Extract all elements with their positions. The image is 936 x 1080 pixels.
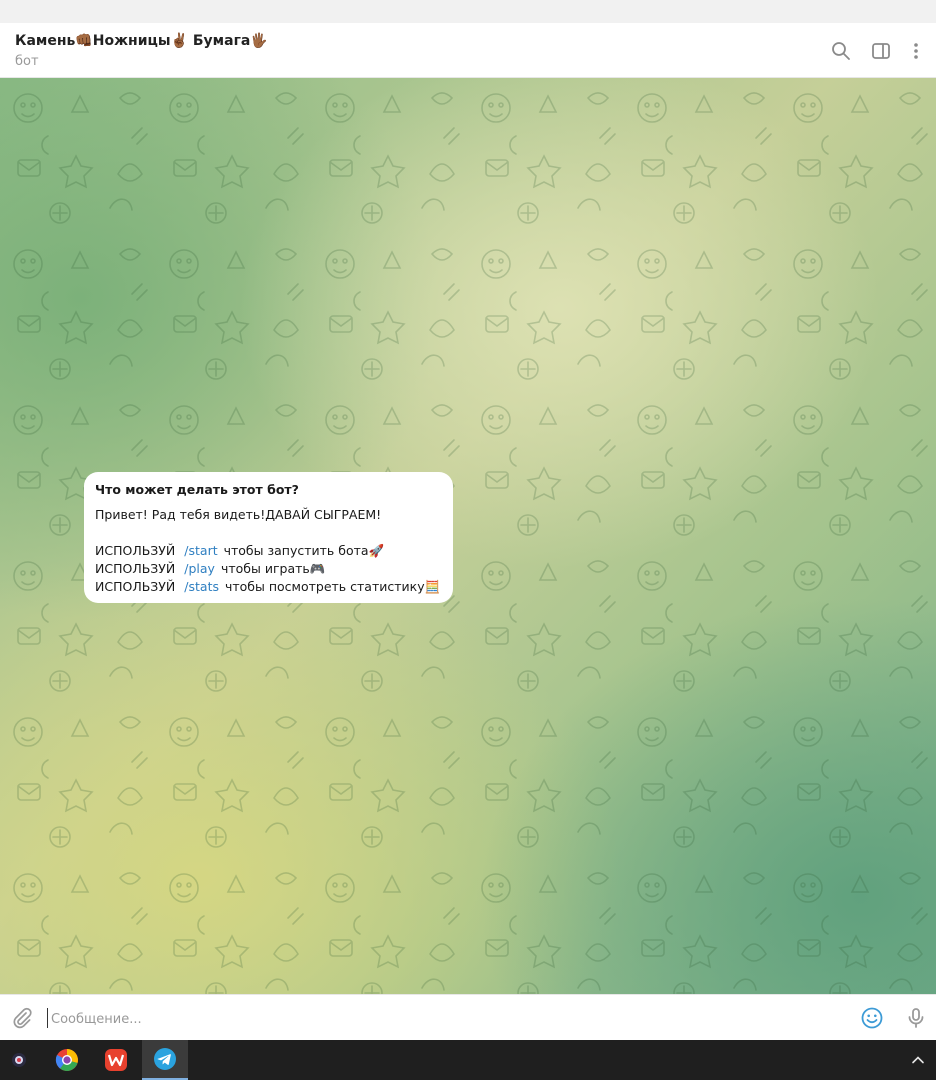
- more-vertical-icon[interactable]: [905, 40, 927, 62]
- command-link-play[interactable]: /play: [184, 561, 215, 576]
- command-prefix: ИСПОЛЬЗУЙ: [95, 543, 176, 558]
- chevron-up-icon[interactable]: [900, 1040, 936, 1080]
- command-prefix: ИСПОЛЬЗУЙ: [95, 579, 176, 594]
- chat-area[interactable]: Что может делать этот бот? Привет! Рад т…: [0, 78, 936, 994]
- os-taskbar: [0, 1040, 936, 1080]
- command-description: чтобы посмотреть статистику🧮: [224, 579, 441, 594]
- telegram-icon[interactable]: [142, 1040, 188, 1080]
- window-top-strip: [0, 0, 936, 23]
- text-caret: [47, 1008, 48, 1028]
- search-icon[interactable]: [830, 40, 852, 62]
- command-link-start[interactable]: /start: [184, 543, 217, 558]
- paperclip-attach-icon[interactable]: [10, 1006, 34, 1030]
- chat-title[interactable]: Камень👊🏾Ножницы✌🏾 Бумага🖐🏾: [15, 33, 268, 49]
- bot-description-heading: Что может делать этот бот?: [95, 482, 299, 497]
- message-input[interactable]: [49, 1005, 833, 1033]
- chat-header: Камень👊🏾Ножницы✌🏾 Бумага🖐🏾 бот: [0, 23, 936, 78]
- command-description: чтобы играть🎮: [220, 561, 326, 576]
- command-line-stats: ИСПОЛЬЗУЙ/stats чтобы посмотреть статисти…: [95, 578, 442, 596]
- bot-description-card: Что может делать этот бот? Привет! Рад т…: [84, 472, 453, 603]
- chat-subtitle: бот: [15, 54, 39, 69]
- wps-office-icon[interactable]: [93, 1040, 139, 1080]
- command-description: чтобы запустить бота🚀: [223, 543, 385, 558]
- chrome-like-browser-icon[interactable]: [44, 1040, 90, 1080]
- microphone-icon[interactable]: [904, 1006, 928, 1030]
- bot-greeting: Привет! Рад тебя видеть!ДАВАЙ СЫГРАЕМ!: [95, 507, 382, 522]
- command-link-stats[interactable]: /stats: [184, 579, 219, 594]
- sidebar-toggle-icon[interactable]: [870, 40, 892, 62]
- command-prefix: ИСПОЛЬЗУЙ: [95, 561, 176, 576]
- app-launcher-icon[interactable]: [0, 1040, 38, 1080]
- emoji-smile-icon[interactable]: [860, 1006, 884, 1030]
- command-line-play: ИСПОЛЬЗУЙ/play чтобы играть🎮: [95, 560, 442, 578]
- message-composer: [0, 994, 936, 1040]
- command-line-start: ИСПОЛЬЗУЙ/start чтобы запустить бота🚀: [95, 542, 442, 560]
